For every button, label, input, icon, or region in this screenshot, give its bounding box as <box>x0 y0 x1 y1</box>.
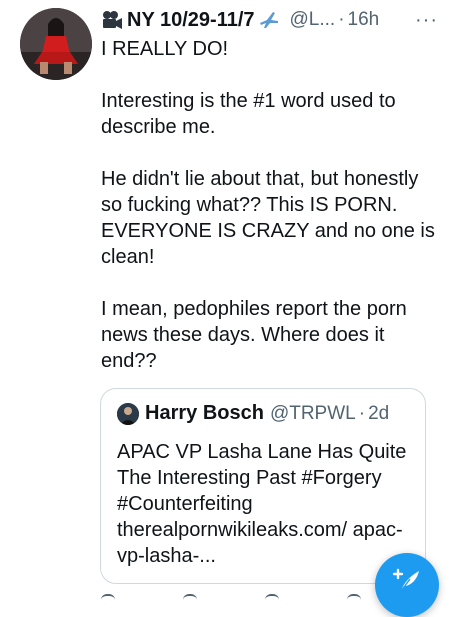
reply-icon[interactable] <box>101 594 115 606</box>
tweet-timestamp[interactable]: 16h <box>348 9 380 31</box>
tweet-paragraph: Interesting is the #1 word used to descr… <box>101 90 396 138</box>
quoted-tweet-timestamp[interactable]: 2d <box>368 403 389 425</box>
movie-camera-icon <box>101 10 123 30</box>
quoted-author-handle[interactable]: @TRPWL <box>270 403 356 425</box>
tweet-paragraph: I mean, pedophiles report the porn news … <box>101 298 407 372</box>
author-name[interactable]: NY 10/29-11/7 <box>127 9 255 32</box>
airplane-icon <box>258 10 280 30</box>
tweet-action-bar <box>101 594 361 604</box>
tweet-paragraph: I REALLY DO! <box>101 38 229 60</box>
tweet-header: NY 10/29-11/7 @L... · 16h ··· <box>101 6 442 34</box>
tweet-body: I REALLY DO! Interesting is the #1 word … <box>101 36 436 400</box>
separator-dot: · <box>338 9 345 30</box>
separator-dot: · <box>358 402 366 424</box>
author-avatar[interactable] <box>20 8 92 80</box>
compose-tweet-button[interactable] <box>375 553 439 617</box>
quoted-tweet-header: Harry Bosch @TRPWL · 2d <box>117 402 389 425</box>
tweet-paragraph: He didn't lie about that, but honestly s… <box>101 168 435 268</box>
author-handle[interactable]: @L... <box>290 9 336 31</box>
quoted-tweet-card[interactable]: Harry Bosch @TRPWL · 2d APAC VP Lasha La… <box>100 388 426 584</box>
more-options-icon[interactable]: ··· <box>411 9 442 32</box>
quoted-tweet-text: APAC VP Lasha Lane Has Quite The Interes… <box>117 441 407 567</box>
like-icon[interactable] <box>265 594 279 606</box>
quoted-author-name[interactable]: Harry Bosch <box>145 402 264 425</box>
feather-plus-icon <box>392 568 419 592</box>
quoted-author-avatar[interactable] <box>117 402 139 425</box>
share-icon[interactable] <box>347 594 361 606</box>
retweet-icon[interactable] <box>183 594 197 606</box>
avatar-photo <box>20 8 92 80</box>
